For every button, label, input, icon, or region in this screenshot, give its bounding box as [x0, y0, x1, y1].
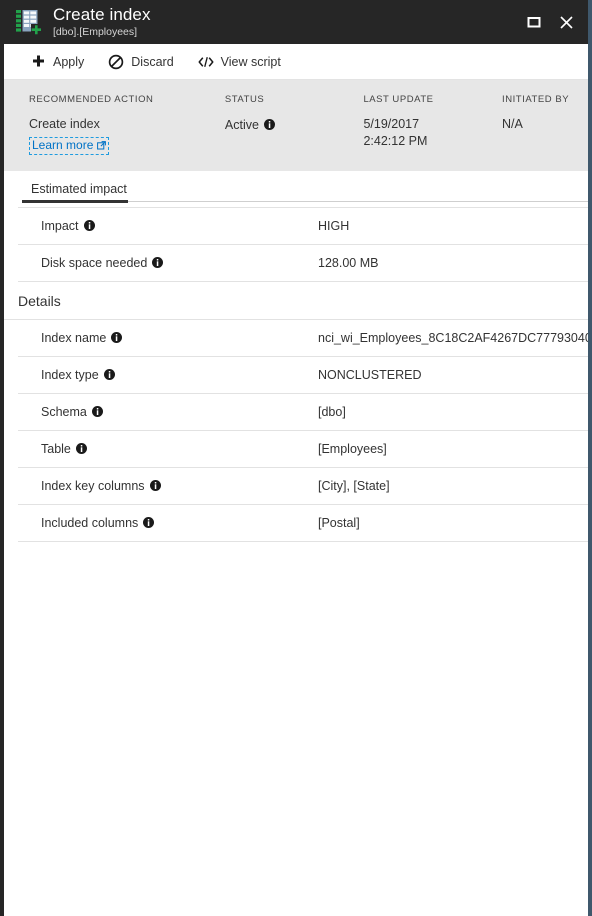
discard-label: Discard: [131, 54, 174, 69]
table-label-text: Table: [41, 441, 71, 456]
info-icon[interactable]: [75, 442, 87, 457]
status-cell: Active: [225, 116, 364, 155]
info-icon[interactable]: [149, 479, 161, 494]
title-bar: Create index [dbo].[Employees]: [4, 0, 588, 44]
impact-label-text: Impact: [41, 218, 79, 233]
initiated-by-cell: N/A: [502, 116, 588, 155]
header-last-update: LAST UPDATE: [363, 94, 434, 105]
recommended-action-band: RECOMMENDED ACTION STATUS LAST UPDATE IN…: [4, 80, 588, 171]
window-subtitle: [dbo].[Employees]: [53, 25, 138, 38]
band-headers: RECOMMENDED ACTION STATUS LAST UPDATE IN…: [4, 94, 588, 116]
row-value-index-name: nci_wi_Employees_8C18C2AF4267DC777930407…: [318, 331, 588, 345]
last-update-cell: 5/19/2017 2:42:12 PM: [363, 116, 502, 155]
row-value-table: [Employees]: [318, 442, 387, 456]
info-icon[interactable]: [83, 219, 95, 234]
row-value-schema: [dbo]: [318, 405, 346, 419]
close-icon: [559, 15, 573, 29]
last-update-time: 2:42:12 PM: [363, 134, 428, 148]
row-label-schema: Schema: [18, 405, 318, 420]
maximize-icon: [527, 17, 541, 28]
table-row: Index type NONCLUSTERED: [18, 357, 588, 394]
status-info-icon[interactable]: [263, 117, 275, 134]
command-bar: Apply Discard View script: [4, 44, 588, 80]
info-icon[interactable]: [152, 256, 164, 271]
tab-estimated-impact[interactable]: Estimated impact: [22, 171, 138, 196]
apply-button[interactable]: Apply: [30, 54, 84, 70]
row-label-index-name: Index name: [18, 331, 318, 346]
schema-label-text: Schema: [41, 404, 87, 419]
row-label-impact: Impact: [18, 219, 318, 234]
included-columns-label-text: Included columns: [41, 515, 139, 530]
tab-selected-underline: [22, 200, 128, 203]
window-controls: [518, 0, 582, 44]
view-script-button[interactable]: View script: [198, 54, 281, 70]
band-values: Create index Learn more Active 5/19/2017…: [4, 116, 588, 155]
discard-button[interactable]: Discard: [108, 54, 174, 70]
row-value-included-columns: [Postal]: [318, 516, 360, 530]
initiated-by-value: N/A: [502, 117, 523, 131]
table-row: Table [Employees]: [18, 431, 588, 468]
table-index-icon: [14, 7, 44, 37]
estimated-impact-rows: Impact HIGH Disk space needed 128.00 MB: [4, 207, 588, 282]
info-icon[interactable]: [111, 331, 123, 346]
table-row: Disk space needed 128.00 MB: [18, 245, 588, 282]
info-icon[interactable]: [143, 516, 155, 531]
row-label-index-key-columns: Index key columns: [18, 479, 318, 494]
index-name-label-text: Index name: [41, 330, 107, 345]
external-link-icon: [97, 139, 107, 153]
plus-icon: [30, 54, 46, 70]
disk-space-label-text: Disk space needed: [41, 255, 148, 270]
header-recommended-action: RECOMMENDED ACTION: [29, 94, 154, 105]
learn-more-label: Learn more: [32, 138, 94, 152]
info-icon[interactable]: [91, 405, 103, 420]
table-row: Index key columns [City], [State]: [18, 468, 588, 505]
index-type-label-text: Index type: [41, 367, 99, 382]
table-row: Included columns [Postal]: [18, 505, 588, 542]
table-row: Impact HIGH: [18, 207, 588, 245]
table-row: Schema [dbo]: [18, 394, 588, 431]
index-key-columns-label-text: Index key columns: [41, 478, 145, 493]
row-label-table: Table: [18, 442, 318, 457]
recommended-action-cell: Create index Learn more: [29, 116, 225, 155]
info-icon[interactable]: [103, 368, 115, 383]
row-value-index-type: NONCLUSTERED: [318, 368, 422, 382]
row-value-index-key-columns: [City], [State]: [318, 479, 390, 493]
last-update-date: 5/19/2017: [363, 117, 420, 131]
row-value-disk-space: 128.00 MB: [318, 256, 379, 270]
details-rows: Index name nci_wi_Employees_8C18C2AF4267…: [4, 320, 588, 542]
tab-bar: Estimated impact: [4, 171, 588, 207]
code-brackets-icon: [198, 54, 214, 70]
apply-label: Apply: [53, 54, 85, 69]
title-block: Create index [dbo].[Employees]: [53, 6, 151, 38]
table-row: Index name nci_wi_Employees_8C18C2AF4267…: [18, 320, 588, 357]
create-index-window: Create index [dbo].[Employees] Apply Dis…: [0, 0, 592, 916]
header-initiated-by: INITIATED BY: [502, 94, 570, 105]
row-label-index-type: Index type: [18, 368, 318, 383]
no-entry-icon: [108, 54, 124, 70]
maximize-button[interactable]: [518, 7, 550, 37]
row-value-impact: HIGH: [318, 219, 350, 233]
header-status: STATUS: [224, 94, 265, 105]
learn-more-link[interactable]: Learn more: [29, 137, 110, 155]
details-section-title: Details: [4, 282, 588, 320]
window-title: Create index: [53, 5, 151, 25]
recommended-action-value: Create index: [29, 117, 100, 131]
view-script-label: View script: [220, 54, 281, 69]
row-label-disk-space: Disk space needed: [18, 256, 318, 271]
row-label-included-columns: Included columns: [18, 516, 318, 531]
status-value: Active: [224, 118, 259, 132]
close-button[interactable]: [550, 7, 582, 37]
